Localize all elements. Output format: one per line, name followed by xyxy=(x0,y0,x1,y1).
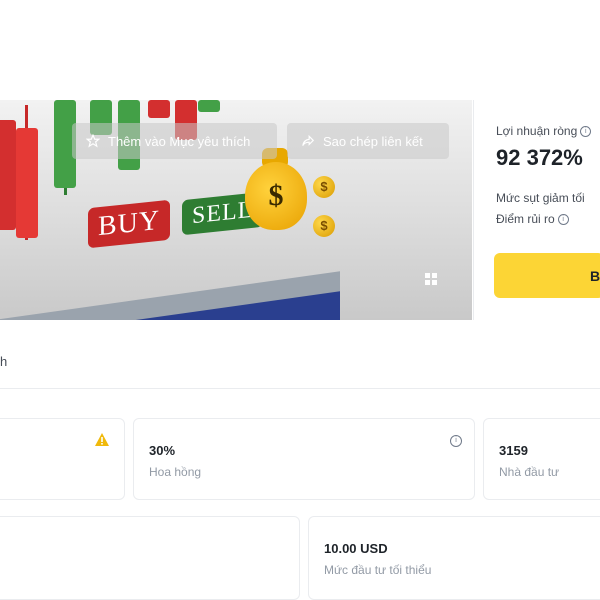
copy-trade-button[interactable]: Bả xyxy=(494,253,600,298)
coin-icon: $ xyxy=(313,176,335,198)
info-icon[interactable]: i xyxy=(557,214,569,226)
commission-card: 30% Hoa hồng i xyxy=(133,418,475,500)
investors-value: 3159 xyxy=(499,443,528,458)
info-icon[interactable]: i xyxy=(580,126,592,138)
risk-label: Điểm rủi ro i xyxy=(496,212,569,226)
investors-label: Nhà đầu tư xyxy=(499,465,560,479)
grid-icon[interactable] xyxy=(424,272,438,286)
copy-link-label: Sao chép liên kết xyxy=(323,133,423,149)
investors-card: 3159 Nhà đầu tư xyxy=(483,418,600,500)
summary-panel: Lợi nhuận ròng i 92 372% Mức sụt giảm tối… xyxy=(473,100,600,320)
info-icon[interactable]: i xyxy=(450,435,462,447)
copy-link-button[interactable]: Sao chép liên kết xyxy=(287,123,449,159)
add-favorite-label: Thêm vào Mục yêu thích xyxy=(108,133,251,149)
pnl-label: Lợi nhuận ròng i xyxy=(496,124,592,138)
risk-label-text: Điểm rủi ro xyxy=(496,212,555,226)
strategy-banner: BUY SELL $ $ $ Thêm vào Mục yêu thích Sa… xyxy=(0,100,472,320)
chart-candle xyxy=(16,128,38,238)
chart-candle xyxy=(148,100,170,118)
commission-value: 30% xyxy=(149,443,176,458)
stat-card xyxy=(0,516,300,600)
min-invest-card: 10.00 USD Mức đầu tư tối thiểu xyxy=(308,516,600,600)
coin-icon: $ xyxy=(313,215,335,237)
copy-trade-label: Bả xyxy=(590,267,600,284)
pnl-value: 92 372% xyxy=(496,145,583,170)
share-icon xyxy=(302,134,315,146)
warning-icon[interactable] xyxy=(95,433,109,446)
chart-candle xyxy=(0,120,16,230)
buy-tag: BUY xyxy=(88,199,171,249)
tab-item[interactable]: h xyxy=(0,354,7,369)
min-invest-label: Mức đầu tư tối thiểu xyxy=(324,563,432,577)
add-favorite-button[interactable]: Thêm vào Mục yêu thích xyxy=(72,123,277,159)
stat-card xyxy=(0,418,125,500)
pnl-label-text: Lợi nhuận ròng xyxy=(496,124,578,138)
section-divider xyxy=(0,388,600,389)
star-icon xyxy=(86,134,100,148)
commission-label: Hoa hồng xyxy=(149,465,202,479)
money-bag-icon: $ xyxy=(245,162,307,230)
drawdown-label: Mức sụt giảm tối xyxy=(496,191,585,205)
chart-candle xyxy=(198,100,220,112)
min-invest-value: 10.00 USD xyxy=(324,541,388,556)
